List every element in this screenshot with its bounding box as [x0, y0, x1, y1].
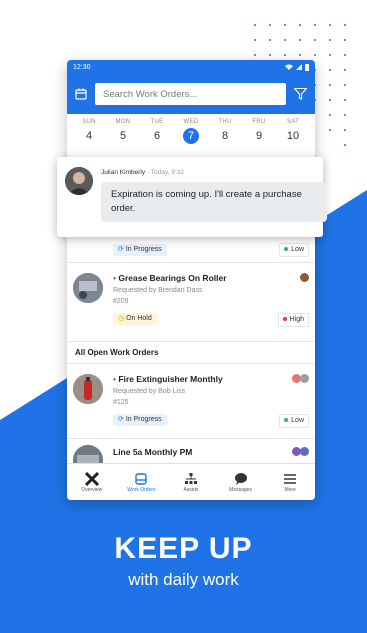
- bottom-navigation: Overview Work Orders Assets Messages Mor…: [67, 463, 315, 500]
- status-badge: ⟳ In Progress: [113, 414, 167, 426]
- filter-icon[interactable]: [294, 88, 307, 100]
- work-order-title: Line 5a Monthly PM: [113, 447, 193, 457]
- day-thu[interactable]: THU 8: [211, 119, 239, 144]
- day-fri[interactable]: FRU 9: [245, 119, 273, 144]
- nav-assets[interactable]: Assets: [167, 471, 215, 493]
- headline-title: KEEP UP: [114, 532, 253, 565]
- message-time: Today, 9:32: [150, 169, 184, 176]
- nav-messages[interactable]: Messages: [217, 471, 265, 493]
- assignee-avatar: [300, 447, 309, 456]
- work-order-title: • Grease Bearings On Roller: [113, 273, 227, 283]
- signal-icon: [296, 64, 302, 70]
- priority-badge: Low: [279, 243, 309, 257]
- nav-overview[interactable]: Overview: [68, 471, 116, 493]
- assignee-avatar: [300, 374, 309, 383]
- progress-icon: ⟳: [118, 416, 124, 423]
- system-icons: [285, 63, 309, 71]
- week-strip: SUN 4 MON 5 TUE 6 WED 7 THU 8 FRU 9 SAT 10: [67, 114, 315, 144]
- message-notification[interactable]: Julian Kimberly · Today, 9:32 Expiration…: [57, 157, 327, 237]
- calendar-icon[interactable]: [75, 88, 87, 100]
- assets-icon: [184, 473, 197, 484]
- wifi-icon: [285, 64, 293, 70]
- priority-dot: [284, 247, 289, 252]
- work-order-thumbnail: [73, 374, 103, 404]
- section-title: All Open Work Orders: [67, 342, 315, 364]
- assignee-avatar: [300, 273, 309, 282]
- day-mon[interactable]: MON 5: [109, 119, 137, 144]
- sender-line: Julian Kimberly · Today, 9:32: [101, 169, 184, 176]
- phone-screen: 12:30 Search Work Orders... SUN 4 MON 5 TU…: [67, 60, 315, 500]
- priority-dot: [284, 418, 289, 423]
- requested-by: Requested by Brendan Dass: [113, 287, 203, 294]
- work-order-thumbnail: [73, 273, 103, 303]
- headline-subtitle: with daily work: [128, 570, 239, 589]
- hold-icon: ◷: [118, 315, 125, 322]
- progress-icon: ⟳: [118, 246, 124, 253]
- priority-dot: [282, 317, 287, 322]
- status-badge: ◷ On Hold: [113, 313, 157, 325]
- nav-work-orders[interactable]: Work Orders: [117, 471, 165, 493]
- requested-by: Requested by Bob Liss: [113, 388, 185, 395]
- priority-badge: High: [277, 313, 309, 327]
- x-logo-icon: [84, 472, 99, 486]
- day-sat[interactable]: SAT 10: [279, 119, 307, 144]
- app-bar: Search Work Orders...: [67, 74, 315, 114]
- search-placeholder: Search Work Orders...: [103, 88, 198, 100]
- work-order-number: #209: [113, 298, 129, 305]
- status-bar: 12:30: [67, 60, 315, 74]
- day-sun[interactable]: SUN 4: [75, 119, 103, 144]
- messages-icon: [234, 473, 247, 485]
- work-order-row[interactable]: ⟳ In Progress Low: [67, 236, 315, 263]
- message-bubble: Expiration is coming up. I'll create a p…: [101, 182, 327, 222]
- work-order-row[interactable]: • Fire Extinguisher Monthly Requested by…: [67, 364, 315, 439]
- menu-icon: [284, 474, 297, 484]
- work-order-number: #125: [113, 399, 129, 406]
- status-time: 12:30: [73, 63, 91, 71]
- sender-avatar: [65, 167, 93, 195]
- day-wed-selected[interactable]: WED 7: [177, 119, 205, 144]
- search-input[interactable]: Search Work Orders...: [95, 83, 286, 105]
- priority-badge: Low: [279, 414, 309, 428]
- work-order-row[interactable]: • Grease Bearings On Roller Requested by…: [67, 263, 315, 342]
- battery-icon: [305, 63, 309, 71]
- work-order-list: ⟳ In Progress Low • Grease Bearings On R…: [67, 236, 315, 479]
- work-orders-icon: [135, 473, 148, 485]
- nav-more[interactable]: More: [266, 471, 314, 493]
- status-badge: ⟳ In Progress: [113, 244, 167, 256]
- work-order-title: • Fire Extinguisher Monthly: [113, 374, 223, 384]
- sender-name: Julian Kimberly: [101, 169, 146, 176]
- day-tue[interactable]: TUE 6: [143, 119, 171, 144]
